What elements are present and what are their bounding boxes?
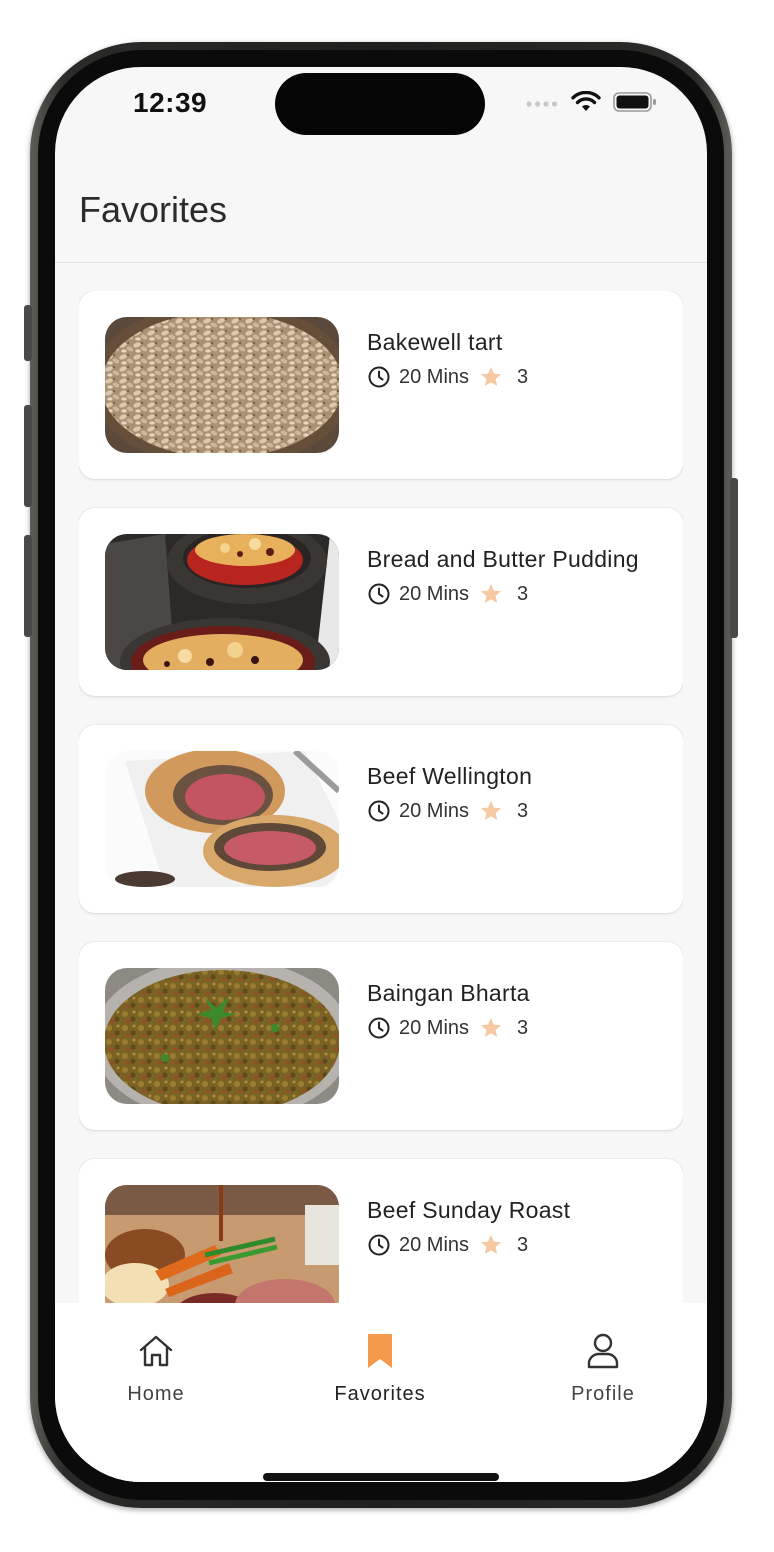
favorites-list[interactable]: Bakewell tart 20 Mins 3 Bread and Butter… bbox=[79, 291, 683, 1303]
cook-time: 20 Mins bbox=[399, 1016, 470, 1039]
recipe-meta: 20 Mins 3 bbox=[367, 582, 528, 606]
recipe-title: Beef Wellington bbox=[367, 763, 533, 789]
recipe-image bbox=[105, 751, 339, 887]
nav-label-favorites: Favorites bbox=[334, 1383, 426, 1405]
rating-value: 3 bbox=[517, 582, 529, 605]
clock-icon bbox=[368, 1017, 390, 1039]
recipe-card[interactable]: Bakewell tart 20 Mins 3 bbox=[79, 291, 683, 479]
rating-value: 3 bbox=[517, 1016, 529, 1039]
cook-time: 20 Mins bbox=[399, 1233, 470, 1256]
recipe-card[interactable]: Beef Wellington 20 Mins 3 bbox=[79, 725, 683, 913]
bookmark-icon bbox=[368, 1334, 392, 1368]
cook-time: 20 Mins bbox=[399, 582, 470, 605]
screen: 12:39 Favorites Bakewell tart 20 Mins 3 … bbox=[55, 67, 707, 1482]
wifi-icon bbox=[571, 91, 601, 111]
dynamic-island bbox=[275, 73, 485, 135]
rating-value: 3 bbox=[517, 365, 529, 388]
nav-item-home[interactable]: Home bbox=[76, 1331, 236, 1406]
nav-item-favorites[interactable]: Favorites bbox=[300, 1331, 460, 1406]
clock-icon bbox=[368, 366, 390, 388]
nav-label-profile: Profile bbox=[571, 1383, 635, 1405]
rating-value: 3 bbox=[517, 1233, 529, 1256]
recipe-image bbox=[105, 1185, 339, 1303]
star-icon bbox=[481, 584, 502, 603]
recipe-image bbox=[105, 534, 339, 670]
recipe-meta: 20 Mins 3 bbox=[367, 365, 528, 389]
clock-icon bbox=[368, 583, 390, 605]
star-icon bbox=[481, 801, 502, 820]
recipe-title: Bakewell tart bbox=[367, 329, 503, 355]
recipe-title: Beef Sunday Roast bbox=[367, 1197, 571, 1223]
home-icon bbox=[139, 1335, 173, 1367]
power-button bbox=[730, 478, 738, 638]
battery-icon bbox=[613, 92, 656, 112]
person-icon bbox=[587, 1333, 619, 1369]
nav-label-home: Home bbox=[127, 1383, 185, 1405]
signal-icon bbox=[526, 101, 558, 107]
cook-time: 20 Mins bbox=[399, 799, 470, 822]
recipe-image bbox=[105, 968, 339, 1104]
star-icon bbox=[481, 1018, 502, 1037]
star-icon bbox=[481, 367, 502, 386]
bottom-nav: Home Favorites Profile bbox=[55, 1303, 707, 1482]
app-bar: Favorites bbox=[55, 165, 707, 263]
status-icons bbox=[525, 91, 657, 113]
star-icon bbox=[481, 1235, 502, 1254]
volume-up-button bbox=[24, 405, 32, 507]
recipe-card[interactable]: Beef Sunday Roast 20 Mins 3 bbox=[79, 1159, 683, 1303]
recipe-image bbox=[105, 317, 339, 453]
recipe-title: Bread and Butter Pudding bbox=[367, 546, 639, 572]
status-time: 12:39 bbox=[133, 87, 208, 118]
recipe-meta: 20 Mins 3 bbox=[367, 799, 528, 823]
cook-time: 20 Mins bbox=[399, 365, 470, 388]
nav-item-profile[interactable]: Profile bbox=[523, 1331, 683, 1406]
recipe-meta: 20 Mins 3 bbox=[367, 1233, 528, 1257]
status-bar: 12:39 bbox=[55, 67, 707, 147]
home-indicator[interactable] bbox=[263, 1473, 499, 1481]
recipe-meta: 20 Mins 3 bbox=[367, 1016, 528, 1040]
clock-icon bbox=[368, 800, 390, 822]
volume-down-button bbox=[24, 535, 32, 637]
clock-icon bbox=[368, 1234, 390, 1256]
recipe-card[interactable]: Bread and Butter Pudding 20 Mins 3 bbox=[79, 508, 683, 696]
page-title: Favorites bbox=[79, 189, 228, 230]
recipe-card[interactable]: Baingan Bharta 20 Mins 3 bbox=[79, 942, 683, 1130]
silent-switch bbox=[24, 305, 32, 361]
rating-value: 3 bbox=[517, 799, 529, 822]
recipe-title: Baingan Bharta bbox=[367, 980, 530, 1006]
